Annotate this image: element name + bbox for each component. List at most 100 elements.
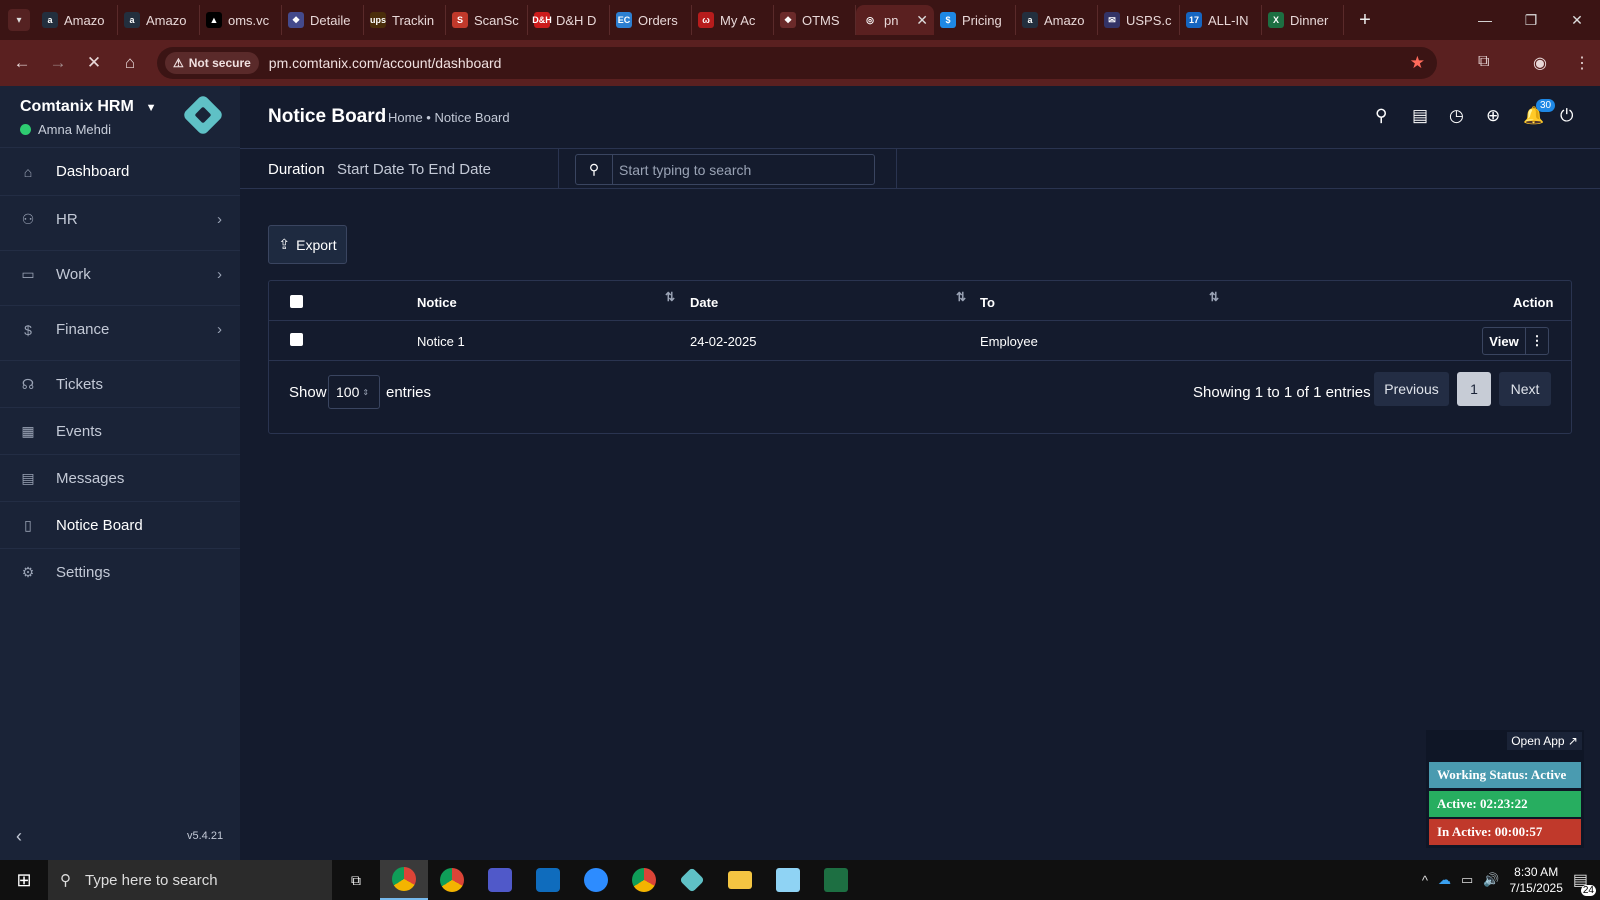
column-header-notice[interactable]: Notice [417, 295, 457, 310]
browser-tab[interactable]: ◎ pn ✕ [856, 5, 934, 35]
browser-tab[interactable]: D&H D&H D [528, 5, 610, 35]
chevron-right-icon[interactable]: › [217, 321, 222, 338]
forward-icon[interactable]: → [40, 53, 76, 73]
stop-loading-icon[interactable]: ✕ [76, 53, 112, 73]
select-all-checkbox[interactable] [290, 295, 303, 308]
system-clock[interactable]: 8:30 AM 7/15/2025 [1509, 864, 1562, 896]
sort-icon[interactable]: ⇅ [665, 290, 675, 304]
restore-icon[interactable]: ❐ [1508, 0, 1554, 40]
browser-tab[interactable]: ❖ Detaile [282, 5, 364, 35]
clock-icon[interactable]: ◷ [1449, 106, 1464, 126]
profile-icon[interactable]: ◉ [1533, 53, 1547, 73]
sidebar-item-finance[interactable]: $ Finance › [0, 305, 240, 353]
minimize-icon[interactable]: — [1462, 0, 1508, 40]
pm-icon: ◎ [862, 12, 878, 28]
outlook-icon[interactable] [524, 860, 572, 900]
taskbar-search[interactable]: ⚲ Type here to search [48, 860, 332, 900]
breadcrumb[interactable]: Home • Notice Board [388, 110, 510, 125]
browser-tab[interactable]: ▲ oms.vc [200, 5, 282, 35]
chevron-right-icon[interactable]: › [217, 266, 222, 283]
open-app-button[interactable]: Open App ↗ [1507, 732, 1582, 750]
excel-icon[interactable] [812, 860, 860, 900]
browser-tab[interactable]: EC Orders [610, 5, 692, 35]
close-window-icon[interactable]: ✕ [1554, 0, 1600, 40]
network-icon[interactable]: ▭ [1461, 872, 1473, 888]
home-icon[interactable]: ⌂ [112, 53, 148, 73]
browser-tab[interactable]: S ScanSc [446, 5, 528, 35]
sidebar-item-hr[interactable]: ⚇ HR › [0, 195, 240, 243]
volume-icon[interactable]: 🔊 [1483, 872, 1499, 888]
file-export-icon: ⇪ [278, 236, 291, 252]
browser-tab[interactable]: ✉ USPS.c [1098, 5, 1180, 35]
extensions-icon[interactable]: ⧉ [1478, 53, 1489, 71]
browser-tab[interactable]: a Amazo [118, 5, 200, 35]
address-bar[interactable]: ⚠ Not secure pm.comtanix.com/account/das… [157, 47, 1437, 79]
row-checkbox[interactable] [290, 333, 303, 346]
search-icon[interactable]: ⚲ [1375, 106, 1387, 126]
close-tab-icon[interactable]: ✕ [916, 12, 928, 29]
sticky-note-icon[interactable]: ▤ [1412, 106, 1428, 126]
oms-icon: ▲ [206, 12, 222, 28]
more-options-icon[interactable]: ⋮ [1525, 327, 1549, 355]
collapse-sidebar-icon[interactable]: ‹ [16, 826, 22, 847]
chrome-icon[interactable] [428, 860, 476, 900]
notepad-icon[interactable] [764, 860, 812, 900]
new-tab-icon[interactable]: + [1350, 9, 1380, 32]
column-header-date[interactable]: Date [690, 295, 718, 310]
calendar-icon: ▦ [21, 423, 35, 439]
chrome-icon[interactable] [620, 860, 668, 900]
task-view-icon[interactable]: ⧉ [332, 860, 380, 900]
notice-title[interactable]: Notice 1 [417, 334, 465, 349]
browser-tab[interactable]: ω My Ac [692, 5, 774, 35]
page-size-select[interactable]: 100 ⇕ [328, 375, 380, 409]
browser-tab[interactable]: 17 ALL-IN [1180, 5, 1262, 35]
search-icon[interactable]: ⚲ [576, 155, 613, 184]
sidebar-item-work[interactable]: ▭ Work › [0, 250, 240, 298]
teams-icon[interactable] [476, 860, 524, 900]
zoom-icon[interactable] [572, 860, 620, 900]
view-button[interactable]: View [1482, 327, 1526, 355]
sidebar-item-messages[interactable]: ▤ Messages [0, 454, 240, 502]
sidebar-item-notice-board[interactable]: ▯ Notice Board [0, 501, 240, 549]
back-icon[interactable]: ← [4, 53, 40, 73]
browser-tab[interactable]: ❖ OTMS [774, 5, 856, 35]
chevron-right-icon[interactable]: › [217, 211, 222, 228]
browser-tab[interactable]: ups Trackin [364, 5, 446, 35]
sidebar-item-events[interactable]: ▦ Events [0, 407, 240, 455]
comtanix-app-icon[interactable] [668, 860, 716, 900]
chrome-icon[interactable] [380, 860, 428, 900]
next-page-button[interactable]: Next [1499, 372, 1551, 406]
page-1-button[interactable]: 1 [1457, 372, 1491, 406]
chevron-up-icon[interactable]: ^ [1422, 873, 1428, 888]
url-text[interactable]: pm.comtanix.com/account/dashboard [269, 55, 502, 71]
sort-icon[interactable]: ⇅ [1209, 290, 1219, 304]
onedrive-icon[interactable]: ☁ [1438, 872, 1451, 888]
previous-page-button[interactable]: Previous [1374, 372, 1449, 406]
account-icon: ω [698, 12, 714, 28]
user-status: Amna Mehdi [20, 122, 157, 137]
search-input[interactable] [613, 155, 874, 184]
sidebar-item-tickets[interactable]: ☊ Tickets [0, 360, 240, 408]
sidebar-item-dashboard[interactable]: ⌂ Dashboard [0, 147, 240, 195]
tab-search-icon[interactable]: ▾ [8, 9, 30, 31]
browser-tab[interactable]: a Amazo [1016, 5, 1098, 35]
security-chip[interactable]: ⚠ Not secure [165, 52, 259, 74]
brand-block[interactable]: Comtanix HRM ▼ Amna Mehdi [20, 98, 157, 137]
file-explorer-icon[interactable] [716, 860, 764, 900]
chevron-down-icon[interactable]: ▼ [146, 102, 157, 114]
bookmark-star-icon[interactable]: ★ [1410, 53, 1425, 73]
browser-tab[interactable]: $ Pricing [934, 5, 1016, 35]
browser-tab[interactable]: a Amazo [36, 5, 118, 35]
action-center-icon[interactable]: ▤ 24 [1573, 870, 1596, 896]
duration-picker[interactable]: Start Date To End Date [337, 161, 491, 178]
sort-icon[interactable]: ⇅ [956, 290, 966, 304]
column-header-to[interactable]: To [980, 295, 995, 310]
export-button[interactable]: ⇪ Export [268, 225, 347, 264]
windows-start-icon[interactable]: ⊞ [0, 870, 48, 891]
browser-tab[interactable]: X Dinner [1262, 5, 1344, 35]
power-icon[interactable]: ⏻ [1560, 106, 1573, 126]
browser-menu-icon[interactable]: ⋮ [1574, 53, 1590, 73]
sidebar-item-settings[interactable]: ⚙ Settings [0, 548, 240, 596]
app-logo-icon [181, 93, 225, 137]
add-circle-icon[interactable]: ⊕ [1486, 106, 1500, 126]
